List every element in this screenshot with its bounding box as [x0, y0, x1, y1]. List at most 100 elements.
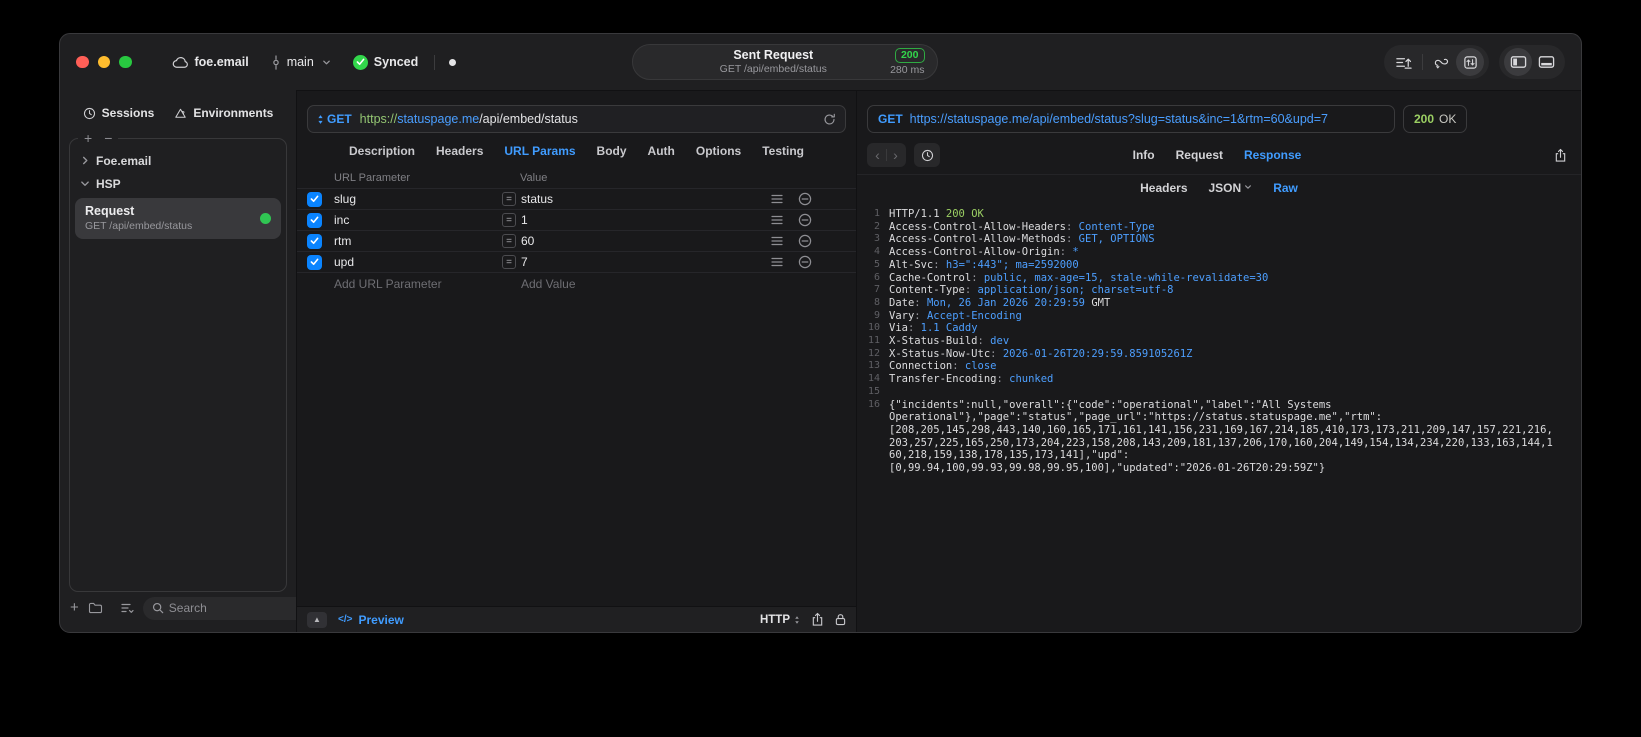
history-clock-button[interactable]	[914, 143, 940, 167]
param-remove-icon[interactable]	[798, 255, 812, 269]
sidebar-request-item[interactable]: Request GET /api/embed/status	[75, 198, 281, 239]
request-item-subtitle: GET /api/embed/status	[85, 220, 193, 232]
add-param-value[interactable]: Add Value	[521, 277, 576, 291]
toolbar-divider	[1422, 54, 1423, 70]
line-content: Via: 1.1 Caddy	[889, 322, 978, 335]
param-value-field[interactable]: 7	[521, 255, 756, 269]
sync-pull-button[interactable]	[1428, 48, 1456, 76]
request-url[interactable]: https://statuspage.me/api/embed/status	[360, 112, 578, 126]
tree-item-hsp[interactable]: HSP	[70, 172, 286, 195]
param-checkbox[interactable]	[307, 254, 322, 270]
request-url-bar[interactable]: GET https://statuspage.me/api/embed/stat…	[307, 105, 846, 133]
minimize-window-button[interactable]	[97, 55, 110, 69]
response-tab-request[interactable]: Request	[1176, 148, 1223, 162]
history-forward-button[interactable]: ›	[887, 144, 904, 166]
code-segment: application/json; charset=utf-8	[977, 284, 1174, 297]
view-tab-json[interactable]: JSON	[1209, 181, 1253, 195]
code-segment: Connection	[889, 360, 953, 373]
request-tab-auth[interactable]: Auth	[648, 144, 675, 158]
lock-button[interactable]	[835, 613, 846, 626]
param-checkbox[interactable]	[307, 191, 322, 207]
line-content: [0,99.94,100,99.93,99.98,99.95,100],"upd…	[889, 462, 1325, 475]
param-key-field[interactable]: upd	[334, 255, 502, 269]
view-tab-raw[interactable]: Raw	[1273, 181, 1298, 195]
equals-badge-icon: =	[502, 213, 516, 227]
code-line: 16 {"incidents":null,"overall":{"code":"o…	[865, 399, 1573, 412]
request-tabs: Description Headers URL Params Body Auth Opti…	[297, 133, 856, 168]
close-window-button[interactable]	[76, 55, 89, 69]
param-key-field[interactable]: inc	[334, 213, 502, 227]
line-content: Access-Control-Allow-Headers: Content-Ty…	[889, 221, 1155, 234]
code-line: 2 Access-Control-Allow-Headers: Content-T…	[865, 221, 1573, 234]
resend-request-button[interactable]	[823, 113, 836, 126]
request-tab-headers[interactable]: Headers	[436, 144, 483, 158]
response-tab-info[interactable]: Info	[1133, 148, 1155, 162]
new-folder-button[interactable]	[88, 602, 103, 614]
expand-console-button[interactable]: ▲	[307, 611, 327, 628]
request-tab-url-params[interactable]: URL Params	[504, 144, 575, 158]
preview-label: Preview	[358, 612, 404, 627]
param-menu-icon[interactable]	[771, 257, 783, 267]
add-session-button[interactable]: +	[84, 130, 92, 146]
response-body[interactable]: 1 HTTP/1.1 200 OK 2 Access-Control-Allow-He…	[857, 201, 1581, 632]
io-inspector-button[interactable]	[1456, 48, 1484, 76]
add-param-key[interactable]: Add URL Parameter	[334, 277, 521, 291]
toggle-sidebar-button[interactable]	[1504, 48, 1532, 76]
protocol-selector[interactable]: HTTP	[760, 614, 800, 626]
param-key-field[interactable]: rtm	[334, 234, 502, 248]
sync-status-label: Synced	[373, 55, 419, 69]
sync-status[interactable]: Synced	[352, 54, 419, 70]
request-tab-description[interactable]: Description	[349, 144, 415, 158]
export-response-button[interactable]	[1554, 148, 1567, 163]
chevron-down-icon	[1244, 183, 1252, 191]
sort-filter-button[interactable]	[121, 603, 134, 614]
preview-button[interactable]: </> Preview	[338, 613, 404, 627]
tab-sessions-label: Sessions	[101, 106, 155, 120]
param-value-field[interactable]: 60	[521, 234, 756, 248]
request-tab-body[interactable]: Body	[597, 144, 627, 158]
param-menu-icon[interactable]	[771, 236, 783, 246]
project-switcher[interactable]: foe.email	[172, 55, 249, 69]
param-value-field[interactable]: 1	[521, 213, 756, 227]
request-tab-options[interactable]: Options	[696, 144, 741, 158]
response-request-line[interactable]: GET https://statuspage.me/api/embed/stat…	[867, 105, 1395, 133]
param-key-field[interactable]: slug	[334, 192, 502, 206]
tab-sessions[interactable]: Sessions	[83, 106, 155, 120]
code-segment: h3=":443"; ma=2592000	[945, 258, 1079, 271]
code-segment: 60,218,159,138,178,135,173,141],"upd":	[889, 449, 1130, 462]
zoom-window-button[interactable]	[119, 55, 132, 69]
chevron-icon	[81, 180, 90, 188]
request-list-button[interactable]	[1389, 48, 1417, 76]
branch-switcher[interactable]: main	[271, 54, 331, 70]
code-line: 11 X-Status-Build: dev	[865, 335, 1573, 348]
response-tab-response[interactable]: Response	[1244, 148, 1301, 162]
param-menu-icon[interactable]	[771, 215, 783, 225]
params-header-row: URL Parameter Value	[297, 168, 856, 189]
request-tab-testing[interactable]: Testing	[762, 144, 804, 158]
line-number	[865, 424, 880, 437]
sent-request-pill[interactable]: Sent Request GET /api/embed/status 200 2…	[631, 44, 938, 80]
param-remove-icon[interactable]	[798, 192, 812, 206]
param-remove-icon[interactable]	[798, 234, 812, 248]
param-checkbox[interactable]	[307, 233, 322, 249]
chevron-icon	[81, 156, 89, 165]
history-back-button[interactable]: ‹	[869, 144, 886, 166]
add-request-button[interactable]: +	[70, 600, 79, 615]
refresh-icon	[824, 113, 835, 125]
share-request-button[interactable]	[811, 612, 824, 627]
param-menu-icon[interactable]	[771, 194, 783, 204]
param-remove-icon[interactable]	[798, 213, 812, 227]
view-tab-headers[interactable]: Headers	[1140, 181, 1187, 195]
response-tabs: Info Request Response	[867, 148, 1567, 162]
main-content: Sessions Environments + − Foe.email HSP	[60, 90, 1581, 632]
method-selector[interactable]: GET	[317, 112, 352, 126]
remove-session-button[interactable]: −	[104, 130, 112, 146]
param-value-field[interactable]: status	[521, 192, 756, 206]
tree-item-foe-email[interactable]: Foe.email	[70, 149, 286, 172]
param-checkbox[interactable]	[307, 212, 322, 228]
toggle-bottom-panel-button[interactable]	[1532, 48, 1560, 76]
code-segment: public, max-age=15, stale-while-revalida…	[983, 271, 1269, 284]
url-params-table: URL Parameter Value slug = status inc = 1 rtm =…	[297, 168, 856, 606]
tab-environments[interactable]: Environments	[174, 106, 273, 120]
tree-item-label: HSP	[96, 176, 121, 191]
